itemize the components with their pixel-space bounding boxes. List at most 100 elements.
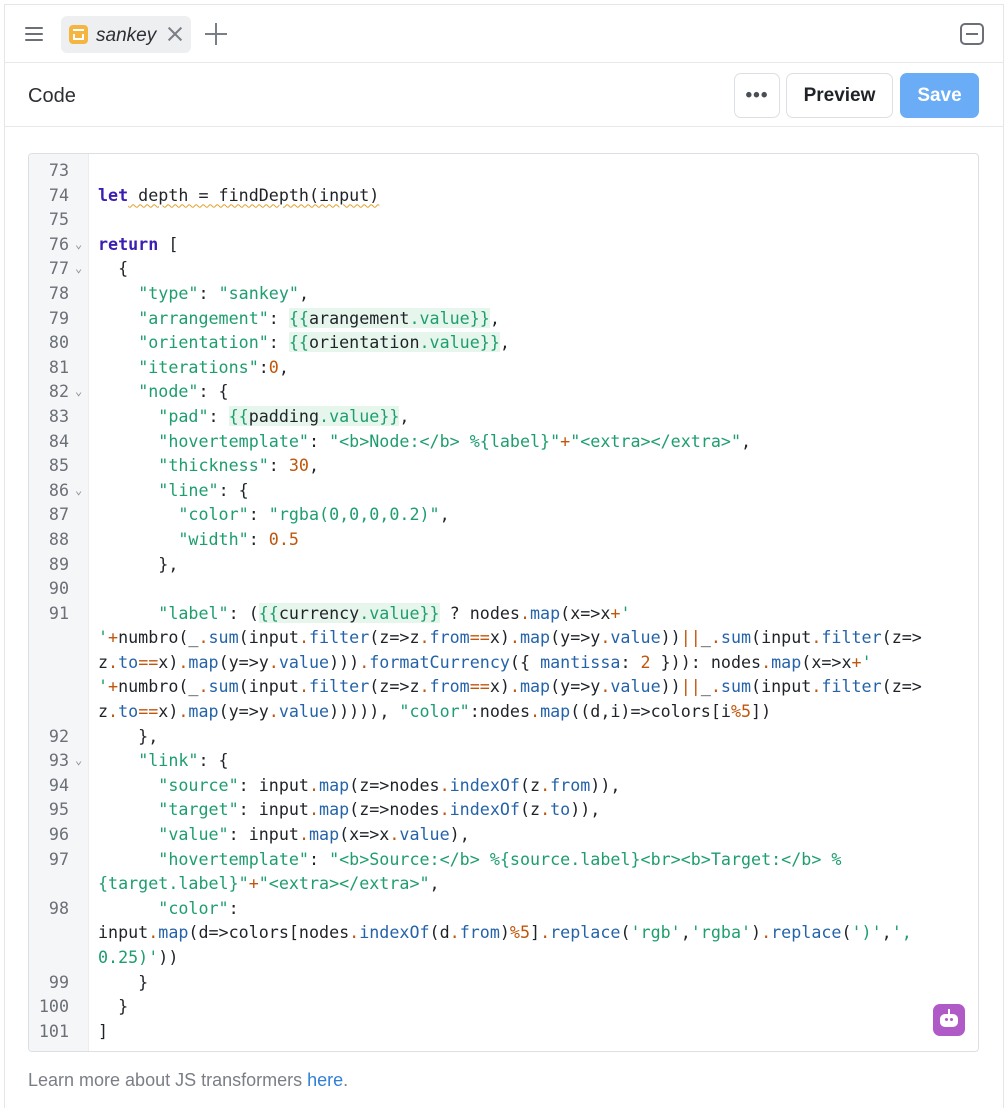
line-number: 87 — [48, 504, 69, 525]
code-line[interactable]: 79 "arrangement": {{arangement.value}}, — [29, 306, 978, 331]
collapse-panel-icon[interactable] — [960, 23, 984, 45]
code-line[interactable]: 88 "width": 0.5 — [29, 527, 978, 552]
line-number: 78 — [48, 282, 69, 303]
code-text: "color": "rgba(0,0,0,0.2)", — [178, 504, 450, 525]
code-line[interactable]: 86 ⌄ "line": { — [29, 478, 978, 503]
code-line[interactable]: 90 — [29, 576, 978, 601]
code-text: "label": ({{currency.value}} ? nodes.map… — [158, 602, 631, 623]
line-number: 77 — [48, 258, 69, 279]
code-line[interactable]: 0.25)')) — [29, 945, 978, 970]
code-line[interactable]: 83 "pad": {{padding.value}}, — [29, 404, 978, 429]
code-text: "hovertemplate": "<b>Node:</b> %{label}"… — [158, 430, 752, 451]
line-number: 83 — [48, 405, 69, 426]
more-options-button[interactable]: ••• — [734, 73, 780, 118]
code-text: "link": { — [138, 750, 229, 771]
line-number: 89 — [48, 553, 69, 574]
code-text: "line": { — [158, 479, 249, 500]
code-line[interactable]: 73 — [29, 158, 978, 183]
code-line[interactable]: 84 "hovertemplate": "<b>Node:</b> %{labe… — [29, 429, 978, 454]
code-line[interactable]: 77 ⌄ { — [29, 256, 978, 281]
code-line[interactable]: 97 "hovertemplate": "<b>Source:</b> %{so… — [29, 847, 978, 872]
code-line[interactable]: 78 "type": "sankey", — [29, 281, 978, 306]
code-text: "thickness": 30, — [158, 455, 320, 476]
code-line[interactable]: 81 "iterations":0, — [29, 355, 978, 380]
code-area[interactable]: 73 74 let depth = findDepth(input) 75 76 ⌄ ret… — [29, 158, 978, 1044]
footer-help-text: Learn more about JS transformers here. — [28, 1070, 348, 1091]
code-text: input.map(d=>colors[nodes.indexOf(d.from… — [98, 922, 912, 943]
code-line[interactable]: 91 "label": ({{currency.value}} ? nodes.… — [29, 601, 978, 626]
line-number: 94 — [48, 774, 69, 795]
code-line[interactable]: 76 ⌄ return [ — [29, 232, 978, 257]
code-editor[interactable]: 73 74 let depth = findDepth(input) 75 76 ⌄ ret… — [28, 153, 979, 1052]
code-line[interactable]: z.to==x).map(y=>y.value))).formatCurrenc… — [29, 650, 978, 675]
code-text: }, — [98, 725, 159, 746]
code-line[interactable]: 85 "thickness": 30, — [29, 453, 978, 478]
line-number: 73 — [48, 160, 69, 180]
code-line[interactable]: {target.label}"+"<extra></extra>", — [29, 871, 978, 896]
code-line[interactable]: 98 "color": — [29, 896, 978, 921]
preview-button[interactable]: Preview — [786, 73, 893, 118]
footer-text: Learn more about JS transformers — [28, 1070, 308, 1090]
line-number: 93 — [48, 750, 69, 771]
code-text: "orientation": {{orientation.value}}, — [138, 332, 510, 353]
code-line[interactable]: 96 "value": input.map(x=>x.value), — [29, 822, 978, 847]
code-line[interactable]: 100 } — [29, 994, 978, 1019]
code-line[interactable]: 101] — [29, 1019, 978, 1044]
line-number: 80 — [48, 332, 69, 353]
fold-chevron-icon[interactable]: ⌄ — [75, 379, 82, 404]
line-number: 100 — [38, 996, 69, 1017]
code-text: } — [98, 996, 129, 1017]
code-line[interactable]: 75 — [29, 207, 978, 232]
code-text: "type": "sankey", — [138, 282, 309, 303]
code-line[interactable]: input.map(d=>colors[nodes.indexOf(d.from… — [29, 920, 978, 945]
line-number: 90 — [48, 578, 69, 599]
code-text: ] — [98, 1020, 109, 1041]
code-line[interactable]: '+numbro(_.sum(input.filter(z=>z.from==x… — [29, 674, 978, 699]
code-line[interactable]: 82 ⌄ "node": { — [29, 379, 978, 404]
code-line[interactable]: 95 "target": input.map(z=>nodes.indexOf(… — [29, 797, 978, 822]
line-number: 88 — [48, 528, 69, 549]
code-text: "pad": {{padding.value}}, — [158, 405, 410, 426]
code-text: "width": 0.5 — [178, 528, 299, 549]
code-line[interactable]: 87 "color": "rgba(0,0,0,0.2)", — [29, 502, 978, 527]
code-text: z.to==x).map(y=>y.value))))), "color":no… — [98, 701, 772, 722]
fold-chevron-icon[interactable]: ⌄ — [75, 748, 82, 773]
line-number: 91 — [48, 602, 69, 623]
code-line[interactable]: 74 let depth = findDepth(input) — [29, 183, 978, 208]
footer-suffix: . — [343, 1070, 349, 1090]
code-line[interactable]: 99 } — [29, 970, 978, 995]
code-text: return [ — [98, 233, 179, 254]
code-line[interactable]: 89 }, — [29, 552, 978, 577]
code-line[interactable]: 92 }, — [29, 724, 978, 749]
close-icon[interactable] — [165, 24, 185, 44]
ai-assistant-icon[interactable] — [933, 1004, 965, 1036]
hamburger-menu-icon[interactable] — [23, 24, 45, 44]
tab-sankey[interactable]: sankey — [61, 16, 191, 53]
code-text: "hovertemplate": "<b>Source:</b> %{sourc… — [158, 848, 842, 869]
code-text: "arrangement": {{arangement.value}}, — [138, 307, 500, 328]
code-line[interactable]: 93 ⌄ "link": { — [29, 748, 978, 773]
help-link[interactable]: here — [307, 1070, 343, 1090]
line-number: 84 — [48, 430, 69, 451]
line-number: 99 — [48, 971, 69, 992]
code-text: } — [98, 971, 149, 992]
line-number: 92 — [48, 725, 69, 746]
code-line[interactable]: z.to==x).map(y=>y.value))))), "color":no… — [29, 699, 978, 724]
fold-chevron-icon[interactable]: ⌄ — [75, 478, 82, 503]
tab-label: sankey — [96, 25, 157, 46]
line-number: 98 — [48, 897, 69, 918]
fold-chevron-icon[interactable]: ⌄ — [75, 256, 82, 281]
save-button[interactable]: Save — [900, 73, 979, 118]
line-number: 101 — [38, 1020, 69, 1041]
code-line[interactable]: 94 "source": input.map(z=>nodes.indexOf(… — [29, 773, 978, 798]
code-text: "value": input.map(x=>x.value), — [158, 824, 470, 845]
code-line[interactable]: '+numbro(_.sum(input.filter(z=>z.from==x… — [29, 625, 978, 650]
code-text: "target": input.map(z=>nodes.indexOf(z.t… — [158, 799, 601, 820]
line-number: 81 — [48, 356, 69, 377]
code-text: '+numbro(_.sum(input.filter(z=>z.from==x… — [98, 627, 922, 648]
plus-icon[interactable] — [205, 23, 227, 45]
code-line[interactable]: 80 "orientation": {{orientation.value}}, — [29, 330, 978, 355]
fold-chevron-icon[interactable]: ⌄ — [75, 232, 82, 257]
code-header: Code ••• Preview Save — [5, 64, 1003, 127]
line-number: 82 — [48, 381, 69, 402]
